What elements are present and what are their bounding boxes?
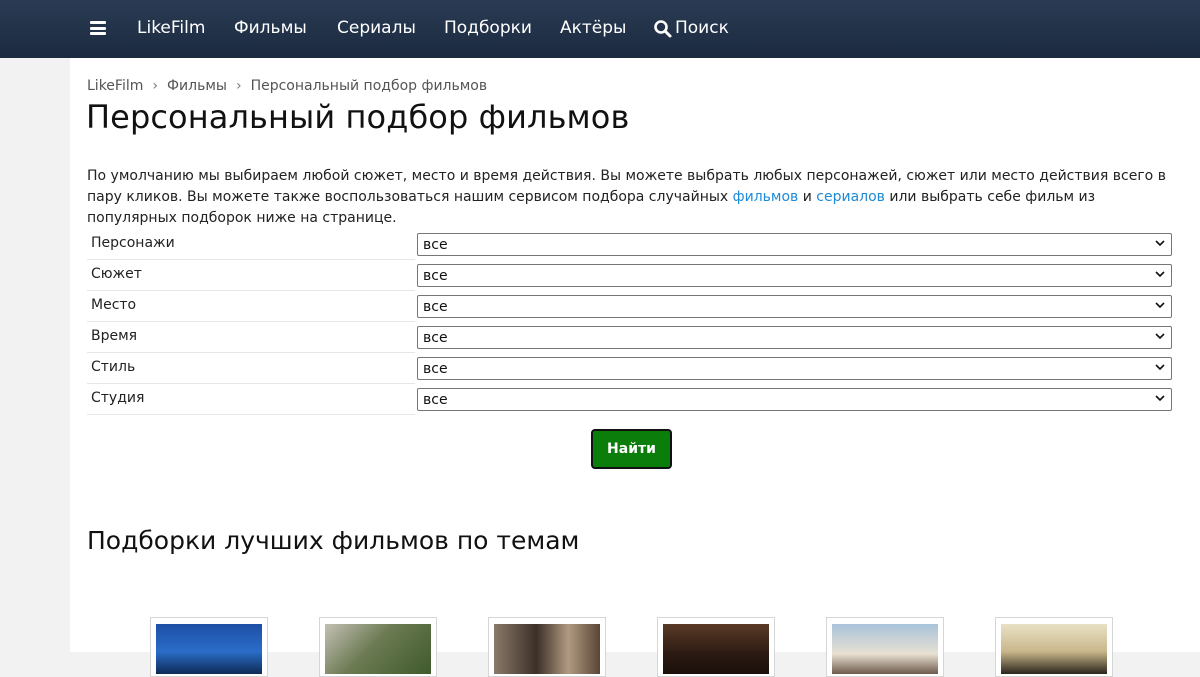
nav-item-films[interactable]: Фильмы (234, 0, 307, 58)
plot-select[interactable]: все (417, 264, 1172, 287)
place-select-value: все (423, 299, 448, 315)
random-films-link[interactable]: фильмов (733, 189, 799, 205)
page-title: Персональный подбор фильмов (86, 98, 630, 136)
chevron-down-icon (1155, 333, 1165, 340)
characters-select-value: все (423, 237, 448, 253)
breadcrumb-separator-icon: › (152, 78, 158, 94)
breadcrumb-films[interactable]: Фильмы (167, 78, 227, 94)
collection-thumbnail (494, 624, 600, 674)
studio-select[interactable]: все (417, 388, 1172, 411)
collection-card[interactable] (995, 617, 1113, 677)
nav-search[interactable]: Поиск (675, 0, 729, 58)
collection-thumbnail (663, 624, 769, 674)
filter-label-time: Время (91, 328, 138, 344)
characters-select[interactable]: все (417, 233, 1172, 256)
style-select[interactable]: все (417, 357, 1172, 380)
nav-item-series[interactable]: Сериалы (337, 0, 416, 58)
collection-thumbnail (1001, 624, 1107, 674)
place-select[interactable]: все (417, 295, 1172, 318)
collection-card[interactable] (657, 617, 775, 677)
chevron-down-icon (1155, 271, 1165, 278)
filter-row-characters: Персонажи (87, 229, 415, 260)
collection-thumbnail (832, 624, 938, 674)
nav-item-collections[interactable]: Подборки (444, 0, 532, 58)
collection-card[interactable] (826, 617, 944, 677)
filter-row-time: Время (87, 322, 415, 353)
filter-label-place: Место (91, 297, 137, 313)
nav-brand[interactable]: LikeFilm (137, 0, 205, 58)
plot-select-value: все (423, 268, 448, 284)
time-select-value: все (423, 330, 448, 346)
filter-row-plot: Сюжет (87, 260, 415, 291)
filter-label-plot: Сюжет (91, 266, 142, 282)
breadcrumb-separator-icon: › (235, 78, 242, 94)
chevron-down-icon (1155, 240, 1165, 247)
intro-text: По умолчанию мы выбираем любой сюжет, ме… (87, 166, 1182, 229)
menu-icon[interactable] (90, 21, 106, 35)
breadcrumb: LikeFilm › Фильмы › Персональный подбор филь… (87, 78, 487, 94)
filter-row-studio: Студия (87, 384, 415, 415)
style-select-value: все (423, 361, 448, 377)
filter-row-style: Стиль (87, 353, 415, 384)
filter-label-characters: Персонажи (91, 235, 175, 251)
top-navbar: LikeFilm Фильмы Сериалы Подборки Актёры … (0, 0, 1200, 58)
nav-item-actors[interactable]: Актёры (560, 0, 626, 58)
filter-row-place: Место (87, 291, 415, 322)
find-button[interactable]: Найти (591, 429, 672, 469)
chevron-down-icon (1155, 302, 1165, 309)
chevron-down-icon (1155, 364, 1165, 371)
collections-section-title: Подборки лучших фильмов по темам (87, 526, 580, 555)
collection-thumbnail (156, 624, 262, 674)
breadcrumb-current: Персональный подбор фильмов (250, 78, 488, 94)
collection-card[interactable] (150, 617, 268, 677)
intro-and: и (798, 189, 817, 205)
chevron-down-icon (1155, 395, 1165, 402)
filter-label-studio: Студия (91, 390, 145, 406)
time-select[interactable]: все (417, 326, 1172, 349)
collection-thumbnail (325, 624, 431, 674)
search-icon[interactable] (653, 19, 673, 39)
filter-label-style: Стиль (91, 359, 136, 375)
studio-select-value: все (423, 392, 448, 408)
random-series-link[interactable]: сериалов (816, 189, 885, 205)
collection-card[interactable] (319, 617, 437, 677)
collection-card[interactable] (488, 617, 606, 677)
breadcrumb-home[interactable]: LikeFilm (87, 78, 143, 94)
